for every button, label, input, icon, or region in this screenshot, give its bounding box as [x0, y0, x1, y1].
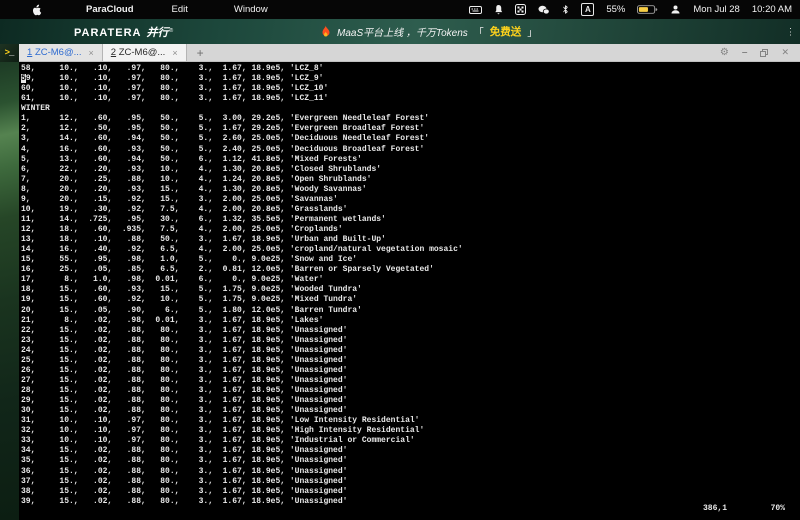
close-window-icon[interactable]: ✕ — [781, 48, 789, 57]
buffer-line: 9, 20., .15, .92, 15., 3., 2.00, 25.0e5,… — [21, 195, 800, 205]
wechat-icon[interactable] — [538, 5, 550, 15]
promo-text: MaaS平台上线 ，千万Tokens — [337, 24, 468, 39]
buffer-line: 6, 22., .20, .93, 10., 4., 1.30, 20.8e5,… — [21, 165, 800, 175]
trademark-symbol: ® — [169, 28, 173, 34]
left-strip: >_ — [0, 44, 19, 520]
vim-buffer: 58, 10., .10, .97, 80., 3., 1.67, 18.9e5… — [19, 62, 800, 507]
menubar-status-area: A 55% Mon Jul 28 10:20 AM — [469, 3, 800, 16]
window-controls: ⚙ – ✕ — [720, 44, 800, 61]
brand-cn-wordmark: 并行 — [146, 24, 168, 40]
paratera-banner: PARATERA 并行 ® MaaS平台上线 ，千万Tokens 「 免费送 」… — [0, 19, 800, 44]
buffer-line: 34, 15., .02, .88, 80., 3., 1.67, 18.9e5… — [21, 446, 800, 456]
buffer-line: 61, 10., .10, .97, 80., 3., 1.67, 18.9e5… — [21, 94, 800, 104]
buffer-line: 10, 19., .30, .92, 7.5, 4., 2.00, 20.8e5… — [21, 205, 800, 215]
buffer-line: 1, 12., .60, .95, 50., 5., 3.00, 29.2e5,… — [21, 114, 800, 124]
buffer-line: 35, 15., .02, .88, 80., 3., 1.67, 18.9e5… — [21, 456, 800, 466]
buffer-line: 22, 15., .02, .88, 80., 3., 1.67, 18.9e5… — [21, 326, 800, 336]
vim-cursor: 5 — [21, 74, 26, 83]
vim-ruler-position: 386,1 — [703, 504, 727, 513]
buffer-line: 15, 55., .95, .98, 1.0, 5., 0., 9.0e25, … — [21, 255, 800, 265]
terminal-screen[interactable]: 58, 10., .10, .97, 80., 3., 1.67, 18.9e5… — [19, 62, 800, 520]
paratera-logo: PARATERA 并行 ® — [74, 24, 173, 40]
menubar-app-name[interactable]: ParaCloud — [86, 4, 134, 15]
tab-bar: 1 ZC-M6@... × 2 ZC-M6@... × + ⚙ – ✕ — [19, 44, 800, 62]
screen-share-icon[interactable] — [515, 4, 526, 15]
buffer-line: 14, 16., .40, .92, 6.5, 4., 2.00, 25.0e5… — [21, 245, 800, 255]
buffer-line: 7, 20., .25, .88, 10., 4., 1.24, 20.8e5,… — [21, 175, 800, 185]
new-tab-button[interactable]: + — [187, 44, 214, 61]
buffer-line: 37, 15., .02, .88, 80., 3., 1.67, 18.9e5… — [21, 477, 800, 487]
buffer-line: 17, 8., 1.0, .98, 0.01, 6., 0., 9.0e25, … — [21, 275, 800, 285]
promo-bracket-open: 「 — [474, 24, 484, 39]
buffer-line: 13, 18., .10, .88, 50., 3., 1.67, 18.9e5… — [21, 235, 800, 245]
macos-menubar: ParaCloud Edit Window A 55% — [0, 0, 800, 19]
buffer-line: 20, 15., .05, .90, 6., 5., 1.80, 12.0e5,… — [21, 306, 800, 316]
brand-wordmark: PARATERA — [74, 27, 141, 39]
buffer-line: 2, 12., .50, .95, 50., 5., 1.67, 29.2e5,… — [21, 124, 800, 134]
buffer-line: 33, 10., .10, .97, 80., 3., 1.67, 18.9e5… — [21, 436, 800, 446]
menubar-item-edit[interactable]: Edit — [172, 4, 188, 15]
buffer-line: 38, 15., .02, .88, 80., 3., 1.67, 18.9e5… — [21, 487, 800, 497]
buffer-line: 24, 15., .02, .88, 80., 3., 1.67, 18.9e5… — [21, 346, 800, 356]
prompt-underscore-glyph: _ — [9, 48, 14, 58]
buffer-line: 39, 15., .02, .88, 80., 3., 1.67, 18.9e5… — [21, 497, 800, 507]
buffer-line: 18, 15., .60, .93, 15., 5., 1.75, 9.0e25… — [21, 285, 800, 295]
tab-close-icon[interactable]: × — [89, 48, 94, 58]
buffer-line: 29, 15., .02, .88, 80., 3., 1.67, 18.9e5… — [21, 396, 800, 406]
menubar-left: ParaCloud Edit Window — [0, 4, 314, 16]
buffer-line: 4, 16., .60, .93, 50., 5., 2.40, 25.0e5,… — [21, 145, 800, 155]
menubar-item-window[interactable]: Window — [234, 4, 268, 15]
buffer-line: WINTER — [21, 104, 800, 114]
buffer-line: 19, 15., .60, .92, 10., 5., 1.75, 9.0e25… — [21, 295, 800, 305]
buffer-line: 28, 15., .02, .88, 80., 3., 1.67, 18.9e5… — [21, 386, 800, 396]
settings-gear-icon[interactable]: ⚙ — [720, 48, 729, 58]
user-switch-icon[interactable] — [670, 4, 681, 15]
desktop-wallpaper — [0, 62, 19, 520]
banner-overflow-icon[interactable]: ⋮ — [786, 26, 795, 37]
buffer-line: 58, 10., .10, .97, 80., 3., 1.67, 18.9e5… — [21, 64, 800, 74]
buffer-line: 11, 14., .725, .95, 30., 6., 1.32, 35.5e… — [21, 215, 800, 225]
buffer-line: 5, 13., .60, .94, 50., 6., 1.12, 41.8e5,… — [21, 155, 800, 165]
tab-label: 2 ZC-M6@... — [111, 47, 166, 58]
buffer-line: 16, 25., .05, .85, 6.5, 2., 0.81, 12.0e5… — [21, 265, 800, 275]
buffer-line: 27, 15., .02, .88, 80., 3., 1.67, 18.9e5… — [21, 376, 800, 386]
terminal-window: 1 ZC-M6@... × 2 ZC-M6@... × + ⚙ – ✕ — [19, 44, 800, 520]
promo-bracket-close: 」 — [527, 24, 537, 39]
bluetooth-icon[interactable] — [562, 4, 569, 15]
tab-session-1[interactable]: 1 ZC-M6@... × — [19, 44, 103, 61]
buffer-line: 60, 10., .10, .97, 80., 3., 1.67, 18.9e5… — [21, 84, 800, 94]
menubar-time[interactable]: 10:20 AM — [752, 4, 792, 15]
buffer-line: 32, 10., .10, .97, 80., 3., 1.67, 18.9e5… — [21, 426, 800, 436]
flame-icon — [320, 25, 331, 38]
buffer-line: 23, 15., .02, .88, 80., 3., 1.67, 18.9e5… — [21, 336, 800, 346]
battery-icon[interactable] — [637, 4, 658, 15]
terminal-app-icon[interactable]: >_ — [0, 44, 19, 62]
buffer-line: 25, 15., .02, .88, 80., 3., 1.67, 18.9e5… — [21, 356, 800, 366]
buffer-line: 21, 8., .02, .98, 0.01, 3., 1.67, 18.9e5… — [21, 316, 800, 326]
buffer-line: 31, 10., .10, .97, 80., 3., 1.67, 18.9e5… — [21, 416, 800, 426]
minimize-icon[interactable]: – — [742, 48, 748, 58]
tab-close-icon[interactable]: × — [172, 48, 177, 58]
apple-menu-icon[interactable] — [32, 4, 42, 16]
buffer-line: 12, 18., .60, .935, 7.5, 4., 2.00, 25.0e… — [21, 225, 800, 235]
workspace: >_ 1 ZC-M6@... × 2 ZC-M6@... × + ⚙ – — [0, 44, 800, 520]
maas-promo-link[interactable]: MaaS平台上线 ，千万Tokens 「 免费送 」 — [320, 19, 537, 44]
vim-ruler-percent: 70% — [771, 504, 785, 513]
tab-label: 1 ZC-M6@... — [27, 47, 82, 58]
buffer-line: 36, 15., .02, .88, 80., 3., 1.67, 18.9e5… — [21, 467, 800, 477]
buffer-line: 3, 14., .60, .94, 50., 5., 2.60, 25.0e5,… — [21, 134, 800, 144]
buffer-line: 30, 15., .02, .88, 80., 3., 1.67, 18.9e5… — [21, 406, 800, 416]
battery-percent: 55% — [606, 4, 625, 15]
screen: ParaCloud Edit Window A 55% — [0, 0, 800, 520]
buffer-line: 59, 10., .10, .97, 80., 3., 1.67, 18.9e5… — [21, 74, 800, 84]
tab-session-2[interactable]: 2 ZC-M6@... × — [103, 44, 187, 61]
keyboard-icon[interactable] — [469, 5, 482, 15]
promo-highlight: 免费送 — [490, 24, 522, 39]
maximize-restore-icon[interactable] — [760, 49, 768, 57]
buffer-line: 8, 20., .20, .93, 15., 4., 1.30, 20.8e5,… — [21, 185, 800, 195]
buffer-line: 26, 15., .02, .88, 80., 3., 1.67, 18.9e5… — [21, 366, 800, 376]
input-source-icon[interactable]: A — [581, 3, 594, 16]
bell-icon[interactable] — [494, 4, 503, 15]
menubar-date[interactable]: Mon Jul 28 — [693, 4, 739, 15]
